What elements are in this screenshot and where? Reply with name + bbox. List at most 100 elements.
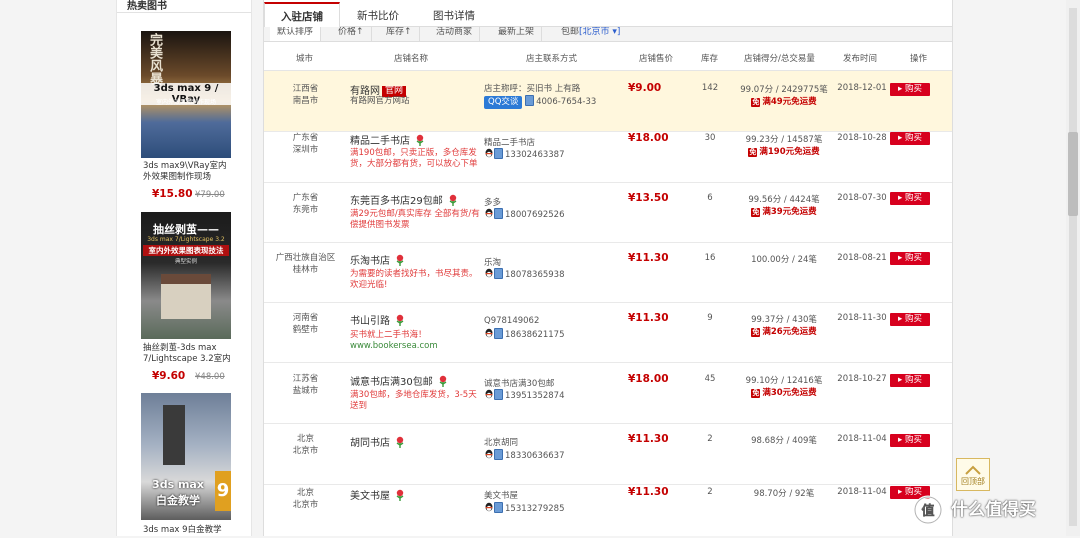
cover-text: 典型实例 <box>174 259 197 265</box>
shop-score: 99.07分 / 2429775笔 <box>740 85 828 95</box>
buy-label: 购买 <box>904 84 922 94</box>
watermark: 值 什么值得买 <box>912 495 1068 525</box>
qq-icon[interactable] <box>484 148 494 159</box>
contact-methods: 13951352874 <box>484 389 565 401</box>
publish-date: 2018-11-04 <box>837 487 887 497</box>
book-cover-image[interactable]: 3ds max 白金教学 9 <box>141 393 231 520</box>
shop-contact: 精品二手书店 <box>484 138 536 148</box>
publish-date: 2018-12-01 <box>837 83 887 93</box>
vertical-scrollbar[interactable] <box>1066 0 1080 536</box>
tab-shops[interactable]: 入驻店铺 <box>264 2 340 28</box>
flower-icon <box>396 436 404 448</box>
shop-name-link[interactable]: 诚意书店满30包邮 <box>350 377 433 388</box>
sort-default[interactable]: 默认排序 <box>270 27 322 41</box>
free-shipping-note: 免满30元免运费 <box>734 386 834 398</box>
buy-button[interactable]: ▸ 购买 <box>890 132 930 145</box>
location-select[interactable]: [北京市 ▾] <box>579 27 620 37</box>
contact-methods: 18330636637 <box>484 449 565 461</box>
phone-number: 13951352874 <box>505 391 565 401</box>
qq-icon[interactable] <box>484 449 494 460</box>
city: 北京市 <box>292 500 319 510</box>
shop-price: ¥18.00 <box>628 132 669 144</box>
sort-newest[interactable]: 最新上架 <box>491 27 543 41</box>
book-old-price: ¥79.00 <box>195 190 225 200</box>
buy-button[interactable]: ▸ 购买 <box>890 374 930 387</box>
scrollbar-thumb[interactable] <box>1068 132 1078 216</box>
contact-methods: QQ交谈 4006-7654-33 <box>484 95 596 109</box>
phone-number: 4006-7654-33 <box>536 97 597 107</box>
tab-book-detail[interactable]: 图书详情 <box>416 5 492 27</box>
buy-button[interactable]: ▸ 购买 <box>890 83 930 96</box>
sort-stock[interactable]: 库存↑ <box>379 27 420 41</box>
city: 鹤壁市 <box>292 325 319 335</box>
phone-icon <box>494 449 503 460</box>
shop-location: 江西省 南昌市 <box>264 83 347 107</box>
publish-date: 2018-08-21 <box>837 253 887 263</box>
contact-methods: 15313279285 <box>484 502 565 514</box>
buy-button[interactable]: ▸ 购买 <box>890 192 930 205</box>
flower-icon <box>449 194 457 206</box>
shop-name-link[interactable]: 胡同书店 <box>350 438 390 449</box>
shop-price: ¥11.30 <box>628 312 669 324</box>
windmill-illustration <box>163 405 185 465</box>
sort-free-shipping[interactable]: 包邮[北京市 ▾] <box>554 27 627 41</box>
phone-icon <box>494 328 503 339</box>
table-row: 广东省 深圳市 精品二手书店 满190包邮，只卖正版，多仓库发货，大部分都有货，可… <box>264 122 952 183</box>
back-to-top-button[interactable]: 回顶部 <box>956 458 990 491</box>
shop-name-cell: 东莞百多书店29包邮 <box>350 192 460 207</box>
shop-price: ¥11.30 <box>628 486 669 498</box>
free-shipping-text: 满39元免运费 <box>762 207 817 217</box>
province: 广东省 <box>292 133 319 143</box>
shop-name-link[interactable]: 乐淘书店 <box>350 256 390 267</box>
city: 盐城市 <box>292 386 319 396</box>
phone-number: 18007692526 <box>505 210 565 220</box>
buy-button[interactable]: ▸ 购买 <box>890 252 930 265</box>
shop-location: 广东省 深圳市 <box>264 132 347 156</box>
qq-icon[interactable] <box>484 268 494 279</box>
book-title[interactable]: 3ds max9\VRay室内外效果图制作现场 <box>143 161 233 183</box>
province: 北京 <box>296 488 314 498</box>
qq-icon[interactable] <box>484 208 494 219</box>
shop-price: ¥11.30 <box>628 252 669 264</box>
shop-score: 99.10分 / 12416笔 <box>745 376 823 386</box>
shop-contact: 诚意书店满30包邮 <box>484 379 555 389</box>
phone-icon <box>494 208 503 219</box>
table-row: 江苏省 盐城市 诚意书店满30包邮 满30包邮，多地仓库发货，3-5天送到 诚意书… <box>264 363 952 424</box>
qq-icon[interactable] <box>484 389 494 400</box>
book-title[interactable]: 3ds max 9白金教学 <box>143 525 233 536</box>
contact-methods: 18638621175 <box>484 328 565 340</box>
sort-bar: 默认排序 价格↑ 库存↑ 活动商家 最新上架 包邮[北京市 ▾] <box>264 27 952 42</box>
city: 北京市 <box>292 446 319 456</box>
free-shipping-note: 免满26元免运费 <box>734 325 834 337</box>
qq-icon[interactable] <box>484 502 494 513</box>
shop-location: 北京 北京市 <box>264 433 347 457</box>
tab-bar: 入驻店铺 新书比价 图书详情 <box>264 0 952 28</box>
scrollbar-track[interactable] <box>1069 8 1077 526</box>
qq-chat-button[interactable]: QQ交谈 <box>484 96 523 109</box>
flower-icon <box>439 375 447 387</box>
shop-name-link[interactable]: 书山引路 <box>350 316 390 327</box>
buy-button[interactable]: ▸ 购买 <box>890 434 930 447</box>
shop-location: 广东省 东莞市 <box>264 192 347 216</box>
shop-name-cell: 乐淘书店 <box>350 252 407 267</box>
buy-button[interactable]: ▸ 购买 <box>890 313 930 326</box>
shop-score: 98.68分 / 409笔 <box>751 436 817 446</box>
qq-icon[interactable] <box>484 328 494 339</box>
shop-name-link[interactable]: 精品二手书店 <box>350 136 410 147</box>
stock-count: 142 <box>701 83 719 93</box>
tab-price-compare[interactable]: 新书比价 <box>340 5 416 27</box>
cover-text: 抽丝剥茧—— <box>153 223 219 236</box>
shop-name-link[interactable]: 美文书屋 <box>350 491 390 502</box>
city: 桂林市 <box>292 265 319 275</box>
shop-contact: 多多 <box>484 198 502 208</box>
shop-website[interactable]: www.bookersea.com <box>350 341 485 352</box>
sort-price[interactable]: 价格↑ <box>331 27 372 41</box>
sort-promo-shops[interactable]: 活动商家 <box>429 27 481 41</box>
book-title[interactable]: 抽丝剥茧-3ds max 7/Lightscape 3.2室内 <box>143 343 233 365</box>
shop-name-link[interactable]: 东莞百多书店29包邮 <box>350 196 443 207</box>
shop-name-cell: 有路网 官网 <box>350 82 407 97</box>
book-cover-image[interactable]: 抽丝剥茧—— 3ds max 7/Lightscape 3.2 室内外效果图表现… <box>141 212 231 339</box>
shop-note: 满30包邮，多地仓库发货，3-5天送到 <box>350 390 477 411</box>
shop-price: ¥18.00 <box>628 373 669 385</box>
book-cover-image[interactable]: 完美风暴 3ds max 9 / VRay 室内外效果图制作现场 <box>141 31 231 158</box>
